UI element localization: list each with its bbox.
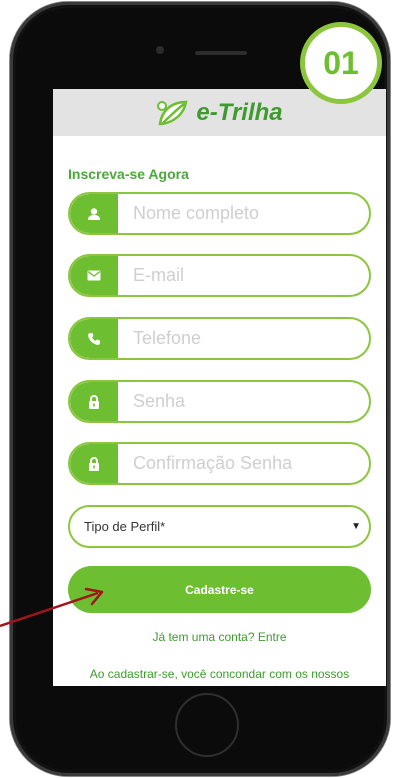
annotation-arrow-icon [0, 587, 104, 628]
password-confirm-placeholder: Confirmação Senha [133, 453, 293, 473]
profile-type-select[interactable]: Tipo de Perfil* ▼ [68, 505, 371, 548]
password-placeholder: Senha [133, 391, 186, 411]
envelope-icon [70, 256, 118, 295]
phone-placeholder: Telefone [133, 328, 202, 348]
lock-icon [70, 444, 118, 483]
phone-icon [70, 319, 118, 358]
full-name-field[interactable]: Nome completo [68, 192, 371, 235]
brand-name: e-Trilha [196, 98, 283, 126]
password-confirm-field[interactable]: Confirmação Senha [68, 442, 371, 485]
user-icon [70, 194, 118, 233]
phone-frame: e-Trilha Inscreva-se Agora Nome completo… [10, 2, 390, 776]
front-camera [156, 46, 164, 54]
leaf-logo-icon [157, 100, 188, 125]
caret-down-icon: ▼ [351, 521, 361, 532]
full-name-placeholder: Nome completo [133, 203, 260, 223]
email-placeholder: E-mail [133, 265, 185, 285]
email-field[interactable]: E-mail [68, 254, 371, 297]
step-number-badge: 01 [300, 22, 382, 104]
page-title: Inscreva-se Agora [68, 166, 189, 182]
terms-text: Ao cadastrar-se, você concondar com os n… [89, 667, 350, 681]
home-button [175, 693, 239, 757]
login-link[interactable]: Já tem uma conta? Entre [53, 630, 386, 644]
profile-type-value: Tipo de Perfil* [84, 519, 166, 534]
register-button[interactable]: Cadastre-se [68, 566, 371, 613]
phone-field[interactable]: Telefone [68, 317, 371, 360]
earpiece-speaker [195, 51, 247, 55]
lock-icon [70, 382, 118, 421]
password-field[interactable]: Senha [68, 380, 371, 423]
